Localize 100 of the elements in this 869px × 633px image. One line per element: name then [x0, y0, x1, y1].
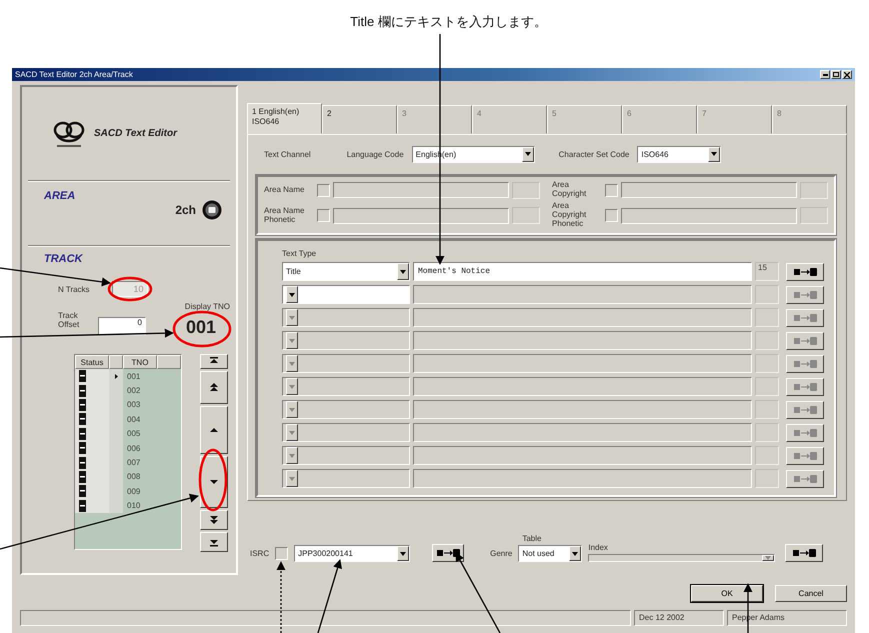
- display-tno-value: 001: [186, 317, 216, 338]
- text-type-dropdown[interactable]: [282, 331, 410, 350]
- text-type-dropdown[interactable]: [282, 469, 410, 488]
- text-type-dropdown[interactable]: [282, 400, 410, 419]
- maximize-button[interactable]: [831, 70, 841, 79]
- track-number[interactable]: 004: [123, 414, 153, 424]
- scroll-button[interactable]: [200, 354, 228, 369]
- checkbox[interactable]: [605, 209, 618, 222]
- scroll-button[interactable]: [200, 532, 228, 552]
- tab[interactable]: 2: [322, 105, 397, 134]
- isrc-checkbox[interactable]: [275, 547, 288, 560]
- area-field-label: Area Copyright: [552, 181, 588, 199]
- caret-icon: [400, 552, 406, 556]
- text-field[interactable]: [413, 446, 752, 465]
- copy-button[interactable]: [786, 400, 824, 418]
- track-number[interactable]: 009: [123, 486, 153, 496]
- copy-button[interactable]: [432, 544, 464, 562]
- checkbox[interactable]: [317, 184, 330, 197]
- count-box: [755, 377, 779, 396]
- text-type-dropdown[interactable]: [282, 285, 410, 304]
- genre-index-dropdown[interactable]: [588, 554, 775, 562]
- text-type-dropdown[interactable]: [282, 446, 410, 465]
- copy-button[interactable]: [786, 470, 824, 488]
- scroll-button[interactable]: [200, 406, 228, 454]
- text-field[interactable]: [413, 354, 752, 373]
- copy-icon: [793, 336, 817, 346]
- caret-icon: [765, 556, 771, 560]
- text-field[interactable]: [413, 285, 752, 304]
- text-channel-label: Text Channel: [264, 150, 311, 158]
- text-type-dropdown[interactable]: [282, 377, 410, 396]
- language-code-label: Language Code: [346, 150, 404, 158]
- area-field-label: Area Copyright Phonetic: [552, 202, 588, 229]
- track-number[interactable]: 001: [123, 372, 153, 381]
- caret-icon: [289, 316, 295, 320]
- copy-button[interactable]: [786, 354, 824, 372]
- track-number[interactable]: 010: [123, 501, 153, 510]
- track-number[interactable]: 005: [123, 429, 153, 438]
- scroll-button[interactable]: [200, 371, 228, 404]
- checkbox[interactable]: [317, 209, 330, 222]
- count-box: [755, 446, 779, 465]
- status-icon: [79, 485, 86, 498]
- track-number[interactable]: 007: [123, 458, 153, 468]
- count-box: [512, 182, 540, 199]
- track-number[interactable]: 006: [123, 444, 153, 453]
- copy-button[interactable]: [786, 262, 824, 280]
- track-number[interactable]: 003: [123, 400, 153, 410]
- text-type-dropdown[interactable]: Title: [282, 262, 410, 281]
- text-type-dropdown[interactable]: [282, 308, 410, 327]
- track-offset-field[interactable]: 0: [98, 317, 146, 335]
- text-type-dropdown[interactable]: [282, 423, 410, 442]
- close-button[interactable]: [842, 70, 852, 79]
- area-text-field[interactable]: [333, 182, 509, 198]
- copy-button[interactable]: [786, 332, 824, 350]
- scroll-button[interactable]: [200, 510, 228, 530]
- caret-icon: [289, 338, 295, 342]
- table-label: Table: [521, 534, 542, 543]
- copy-button[interactable]: [786, 424, 824, 442]
- count-box: [755, 354, 779, 373]
- isrc-label: ISRC: [250, 549, 270, 560]
- area-text-field[interactable]: [621, 182, 797, 198]
- character-set-dropdown[interactable]: ISO646: [637, 146, 722, 162]
- count-box: [755, 285, 779, 304]
- ok-button[interactable]: OK: [691, 585, 763, 602]
- column-header: TNO: [123, 355, 157, 369]
- area-text-field[interactable]: [621, 208, 797, 224]
- text-field[interactable]: [413, 400, 752, 419]
- genre-label: Genre: [490, 549, 512, 560]
- text-field[interactable]: [413, 377, 752, 396]
- text-field[interactable]: [413, 423, 752, 442]
- status-icon: [79, 456, 86, 469]
- track-number[interactable]: 008: [123, 472, 153, 482]
- text-field[interactable]: [413, 331, 752, 350]
- caret-icon: [289, 408, 295, 412]
- highlight-ellipse: [198, 448, 228, 512]
- caret-icon: [289, 362, 295, 366]
- area-text-field[interactable]: [333, 208, 509, 224]
- copy-button[interactable]: [786, 286, 824, 304]
- minimize-button[interactable]: [820, 70, 830, 79]
- text-type-dropdown[interactable]: [282, 354, 410, 373]
- copy-button[interactable]: [786, 446, 824, 464]
- checkbox[interactable]: [605, 184, 618, 197]
- up-arrow-icon: [210, 357, 218, 366]
- area-field-label: Area Name: [264, 186, 306, 194]
- text-field[interactable]: [413, 308, 752, 327]
- maximize-icon: [833, 72, 839, 77]
- isrc-dropdown[interactable]: JPP300200141: [294, 545, 410, 562]
- genre-table-dropdown[interactable]: Not used: [518, 545, 582, 562]
- tab[interactable]: 1 English(en) ISO646: [247, 103, 322, 134]
- column-header: [109, 355, 123, 369]
- copy-button[interactable]: [785, 544, 823, 562]
- copy-icon: [793, 404, 817, 414]
- cancel-button[interactable]: Cancel: [775, 585, 847, 602]
- track-number[interactable]: 002: [123, 386, 153, 396]
- text-type-label: Text Type: [282, 249, 318, 258]
- copy-button[interactable]: [786, 308, 824, 326]
- text-field[interactable]: [413, 469, 752, 488]
- text-field[interactable]: Moment's Notice: [413, 262, 752, 281]
- status-icon: [79, 500, 86, 512]
- copy-button[interactable]: [786, 378, 824, 396]
- count-box: [755, 331, 779, 350]
